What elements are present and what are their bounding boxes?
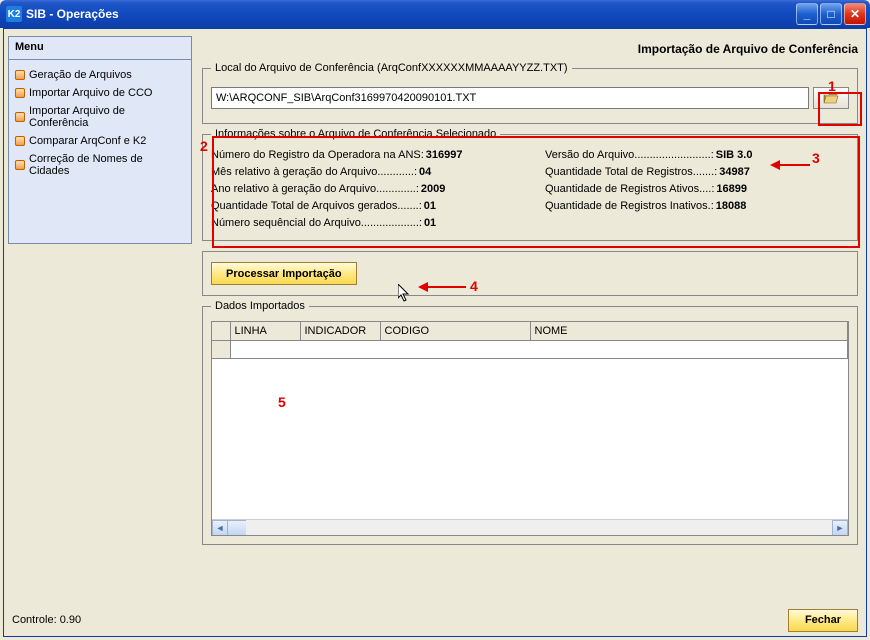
page-title: Importação de Arquivo de Conferência — [200, 36, 860, 64]
menu-item-label: Comparar ArqConf e K2 — [29, 135, 146, 147]
main-area: Importação de Arquivo de Conferência Loc… — [200, 36, 860, 594]
bullet-icon — [15, 88, 25, 98]
scroll-left-button[interactable]: ◄ — [212, 520, 228, 536]
process-import-button[interactable]: Processar Importação — [211, 262, 357, 285]
col-linha[interactable]: LINHA — [230, 322, 300, 340]
info-value-qtd-arquivos: 01 — [424, 198, 436, 215]
annotation-num-5: 5 — [278, 394, 286, 410]
scroll-thumb[interactable] — [228, 520, 246, 536]
file-info-fieldset: Informações sobre o Arquivo de Conferênc… — [202, 134, 858, 241]
menu-item-label: Geração de Arquivos — [29, 69, 132, 81]
info-value-reg-inativos: 18088 — [716, 198, 747, 215]
info-label: Quantidade Total de Arquivos gerados....… — [211, 198, 422, 215]
menu-item-correcao[interactable]: Correção de Nomes de Cidades — [13, 150, 187, 180]
info-value-mes: 04 — [419, 164, 431, 181]
data-table-container: LINHA INDICADOR CODIGO NOME ◄ — [211, 321, 849, 536]
annotation-num-2: 2 — [200, 138, 208, 154]
row-header — [212, 340, 230, 358]
imported-data-fieldset: Dados Importados LINHA INDICADOR CODIGO … — [202, 306, 858, 545]
annotation-num-1: 1 — [828, 78, 836, 94]
window-title: SIB - Operações — [26, 7, 119, 21]
close-button[interactable]: Fechar — [788, 609, 858, 632]
col-codigo[interactable]: CODIGO — [380, 322, 530, 340]
info-value-reg-ativos: 16899 — [716, 181, 747, 198]
scroll-right-button[interactable]: ► — [832, 520, 848, 536]
info-value-ano: 2009 — [421, 181, 445, 198]
file-path-input[interactable] — [211, 87, 809, 109]
col-nome[interactable]: NOME — [530, 322, 848, 340]
row-header-corner — [212, 322, 230, 340]
horizontal-scrollbar[interactable]: ◄ ► — [212, 519, 848, 535]
annotation-num-4: 4 — [470, 278, 478, 294]
bullet-icon — [15, 112, 25, 122]
close-window-button[interactable]: ✕ — [844, 3, 866, 25]
col-indicador[interactable]: INDICADOR — [300, 322, 380, 340]
menu-item-importar-cco[interactable]: Importar Arquivo de CCO — [13, 84, 187, 102]
info-label: Número do Registro da Operadora na ANS: — [211, 147, 424, 164]
file-location-legend: Local do Arquivo de Conferência (ArqConf… — [211, 62, 572, 74]
info-label: Quantidade de Registros Ativos....: — [545, 181, 714, 198]
controle-label: Controle: 0.90 — [12, 614, 81, 626]
imported-data-legend: Dados Importados — [211, 300, 309, 312]
file-info-legend: Informações sobre o Arquivo de Conferênc… — [211, 128, 500, 140]
maximize-button[interactable]: □ — [820, 3, 842, 25]
info-value-versao: SIB 3.0 — [716, 147, 753, 164]
menu-item-label: Importar Arquivo de CCO — [29, 87, 153, 99]
info-label: Versão do Arquivo.......................… — [545, 147, 714, 164]
bullet-icon — [15, 160, 25, 170]
menu-item-comparar[interactable]: Comparar ArqConf e K2 — [13, 132, 187, 150]
menu-panel: Menu Geração de Arquivos Importar Arquiv… — [8, 36, 192, 244]
title-bar: K2 SIB - Operações _ □ ✕ — [0, 0, 870, 28]
info-value-reg-ans: 316997 — [426, 147, 463, 164]
bullet-icon — [15, 136, 25, 146]
annotation-num-3: 3 — [812, 150, 820, 166]
bullet-icon — [15, 70, 25, 80]
info-label: Quantidade Total de Registros.......: — [545, 164, 717, 181]
app-icon: K2 — [6, 6, 22, 22]
menu-item-geracao[interactable]: Geração de Arquivos — [13, 66, 187, 84]
data-table: LINHA INDICADOR CODIGO NOME — [212, 322, 848, 359]
info-label: Número sequêncial do Arquivo............… — [211, 215, 422, 232]
info-value-total-reg: 34987 — [719, 164, 750, 181]
info-label: Ano relativo à geração do Arquivo.......… — [211, 181, 419, 198]
menu-item-importar-conferencia[interactable]: Importar Arquivo de Conferência — [13, 102, 187, 132]
info-label: Mês relativo à geração do Arquivo.......… — [211, 164, 417, 181]
file-location-fieldset: Local do Arquivo de Conferência (ArqConf… — [202, 68, 858, 124]
menu-title: Menu — [9, 37, 191, 60]
menu-item-label: Importar Arquivo de Conferência — [29, 105, 185, 129]
minimize-button[interactable]: _ — [796, 3, 818, 25]
table-row[interactable] — [212, 340, 848, 358]
scroll-track[interactable] — [246, 520, 832, 535]
footer-bar: Controle: 0.90 Fechar — [0, 600, 870, 640]
menu-item-label: Correção de Nomes de Cidades — [29, 153, 185, 177]
info-value-seq: 01 — [424, 215, 436, 232]
info-label: Quantidade de Registros Inativos.: — [545, 198, 714, 215]
process-box: Processar Importação — [202, 251, 858, 296]
